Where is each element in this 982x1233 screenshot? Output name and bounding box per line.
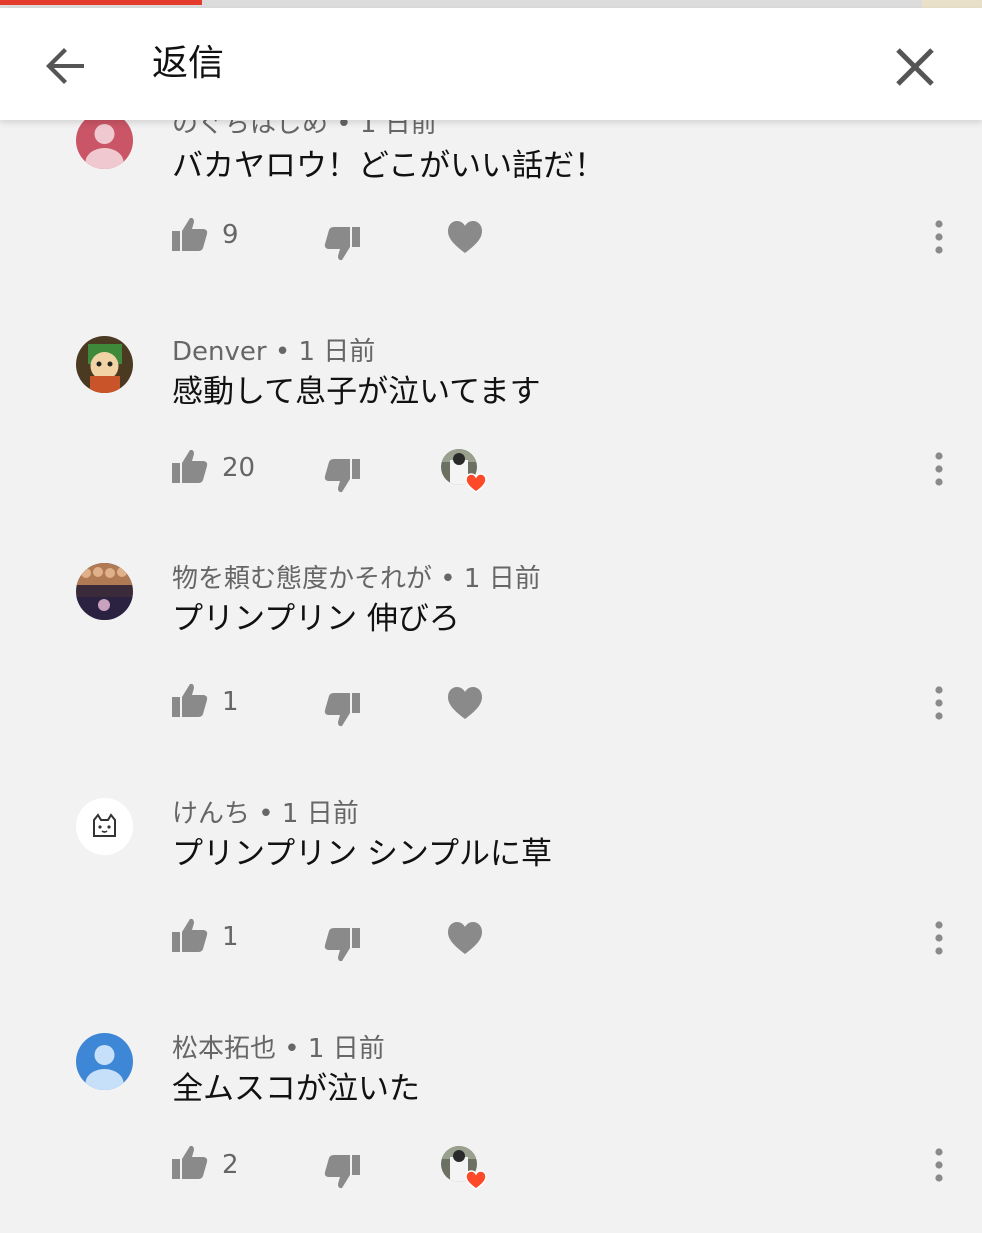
comment-time: 1 日前	[281, 799, 359, 829]
more-options-button[interactable]	[924, 449, 954, 489]
close-icon	[896, 48, 934, 86]
comment-item: のぐちはじめ • 1 日前 バカヤロウ！どこがいい話だ！ 9	[0, 109, 982, 320]
dislike-button[interactable]	[322, 455, 362, 495]
creator-heart-icon	[441, 1146, 487, 1190]
comment-meta: Denver • 1 日前	[172, 336, 375, 368]
heart-button[interactable]	[446, 685, 484, 721]
thumbs-up-icon	[172, 683, 208, 717]
more-vertical-icon	[935, 686, 943, 720]
more-options-button[interactable]	[924, 918, 954, 958]
page-title: 返信	[152, 43, 225, 84]
like-button[interactable]	[170, 681, 210, 721]
heart-button[interactable]	[446, 219, 484, 255]
comment-item: 松本拓也 • 1 日前 全ムスコが泣いた 2	[0, 1033, 982, 1233]
author-name[interactable]: 松本拓也	[172, 1034, 276, 1064]
replies-header: 返信	[0, 8, 982, 120]
avatar[interactable]	[76, 1033, 133, 1090]
more-options-button[interactable]	[924, 1145, 954, 1185]
thumbs-down-icon	[324, 1155, 360, 1189]
like-button[interactable]	[170, 447, 210, 487]
heart-button[interactable]	[446, 920, 484, 956]
comment-text: 全ムスコが泣いた	[172, 1071, 420, 1107]
comment-text: プリンプリン シンプルに草	[172, 836, 552, 872]
like-count: 1	[222, 922, 239, 952]
back-button[interactable]	[40, 40, 92, 92]
thumbs-up-icon	[172, 918, 208, 952]
author-name[interactable]: Denver	[172, 337, 267, 367]
heart-icon	[448, 922, 482, 954]
photo-avatar-icon	[76, 563, 133, 620]
dislike-button[interactable]	[322, 689, 362, 729]
like-count: 20	[222, 453, 256, 483]
like-count: 2	[222, 1150, 239, 1180]
like-button[interactable]	[170, 215, 210, 255]
like-button[interactable]	[170, 916, 210, 956]
default-avatar-icon	[76, 1033, 133, 1090]
avatar[interactable]	[76, 798, 133, 855]
avatar[interactable]	[76, 563, 133, 620]
comment-time: 1 日前	[307, 1034, 385, 1064]
creator-heart-icon	[441, 449, 487, 493]
author-name[interactable]: 物を頼む態度かそれが	[172, 564, 432, 594]
comment-meta: 物を頼む態度かそれが • 1 日前	[172, 563, 541, 595]
cat-avatar-icon	[76, 798, 133, 855]
more-vertical-icon	[935, 921, 943, 955]
more-options-button[interactable]	[924, 683, 954, 723]
thumbs-down-icon	[324, 459, 360, 493]
thumbs-down-icon	[324, 227, 360, 261]
like-button[interactable]	[170, 1143, 210, 1183]
meta-separator: •	[266, 337, 299, 367]
comment-time: 1 日前	[463, 564, 541, 594]
more-options-button[interactable]	[924, 217, 954, 257]
replies-list: のぐちはじめ • 1 日前 バカヤロウ！どこがいい話だ！ 9 Denver • …	[0, 0, 982, 1200]
comment-text: 感動して息子が泣いてます	[172, 374, 541, 410]
meta-separator: •	[276, 1034, 308, 1064]
more-vertical-icon	[935, 220, 943, 254]
thumbs-up-icon	[172, 1145, 208, 1179]
arrow-left-icon	[46, 48, 84, 84]
thumbs-up-icon	[172, 217, 208, 251]
creator-heart-badge	[440, 1145, 492, 1193]
meta-separator: •	[250, 799, 282, 829]
creator-heart-badge	[440, 448, 492, 496]
comment-item: けんち • 1 日前 プリンプリン シンプルに草 1	[0, 798, 982, 998]
close-button[interactable]	[888, 40, 942, 94]
thumbs-down-icon	[324, 928, 360, 962]
heart-icon	[448, 221, 482, 253]
like-count: 1	[222, 687, 239, 717]
comment-meta: けんち • 1 日前	[172, 798, 359, 830]
pink-avatar-icon	[76, 112, 133, 169]
comment-text: プリンプリン 伸びろ	[172, 601, 460, 637]
comment-time: 1 日前	[298, 337, 376, 367]
cartoon-avatar-icon	[76, 336, 133, 393]
like-count: 9	[222, 220, 239, 250]
more-vertical-icon	[935, 1148, 943, 1182]
dislike-button[interactable]	[322, 1151, 362, 1191]
author-name[interactable]: けんち	[172, 799, 250, 829]
thumbs-up-icon	[172, 449, 208, 483]
comment-item: 物を頼む態度かそれが • 1 日前 プリンプリン 伸びろ 1	[0, 563, 982, 763]
more-vertical-icon	[935, 452, 943, 486]
avatar[interactable]	[76, 336, 133, 393]
heart-icon	[448, 687, 482, 719]
dislike-button[interactable]	[322, 223, 362, 263]
avatar[interactable]	[76, 112, 133, 169]
meta-separator: •	[432, 564, 464, 594]
dislike-button[interactable]	[322, 924, 362, 964]
thumbs-down-icon	[324, 693, 360, 727]
comment-text: バカヤロウ！どこがいい話だ！	[172, 148, 606, 184]
comment-meta: 松本拓也 • 1 日前	[172, 1033, 385, 1065]
comment-item: Denver • 1 日前 感動して息子が泣いてます 20	[0, 336, 982, 536]
